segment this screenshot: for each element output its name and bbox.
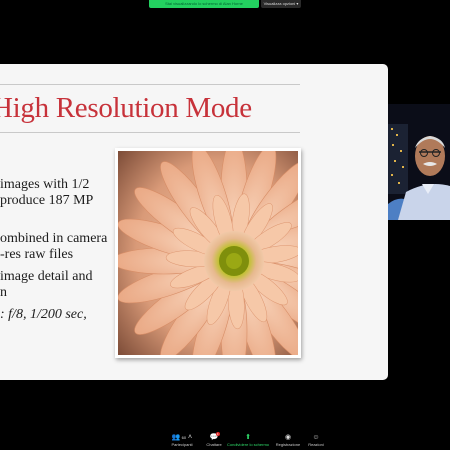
bullet-text: n [0, 285, 7, 300]
title-rule-bottom [0, 132, 300, 133]
flower-photo [115, 148, 301, 358]
bullet-text: : f/8, 1/200 sec, [0, 307, 87, 322]
participants-count: 60 [181, 435, 187, 440]
chat-unread-badge: 1 [216, 432, 220, 436]
screen-share-banner: Stai visualizzando lo schermo di Alan Ho… [149, 0, 259, 8]
bullet-text: ombined in camera [0, 231, 108, 246]
bullet-text: -res raw files [0, 247, 74, 262]
slide-title: High Resolution Mode [0, 92, 252, 124]
bullet-text: images with 1/2 [0, 177, 90, 192]
chevron-down-icon: ▾ [296, 1, 299, 6]
shared-slide: High Resolution Mode images with 1/2 pro… [0, 64, 388, 380]
share-screen-button[interactable]: ⬆ Condividere lo schermo [226, 433, 270, 449]
bullet-text: produce 187 MP [0, 193, 94, 208]
chat-label: Chattare [206, 442, 222, 447]
bullet-text: image detail and [0, 269, 93, 284]
share-screen-icon: ⬆ [245, 434, 251, 441]
participants-label: Partecipanti [171, 442, 193, 447]
view-options-button[interactable]: Visualizza opzioni ▾ [261, 0, 301, 8]
meeting-toolbar: 👥60 ˄ Partecipanti 💬 1 Chattare ⬆ Condiv… [0, 430, 450, 450]
gerbera-daisy-image [118, 151, 298, 355]
share-screen-label: Condividere lo schermo [226, 442, 270, 447]
participant-video[interactable] [388, 104, 450, 220]
reactions-button[interactable]: ☺ Reazioni [294, 433, 338, 449]
participant-camera-feed [388, 104, 450, 220]
reactions-label: Reazioni [308, 442, 324, 447]
reactions-icon: ☺ [312, 434, 320, 441]
view-options-label: Visualizza opzioni [263, 1, 296, 6]
title-rule-top [0, 84, 300, 85]
